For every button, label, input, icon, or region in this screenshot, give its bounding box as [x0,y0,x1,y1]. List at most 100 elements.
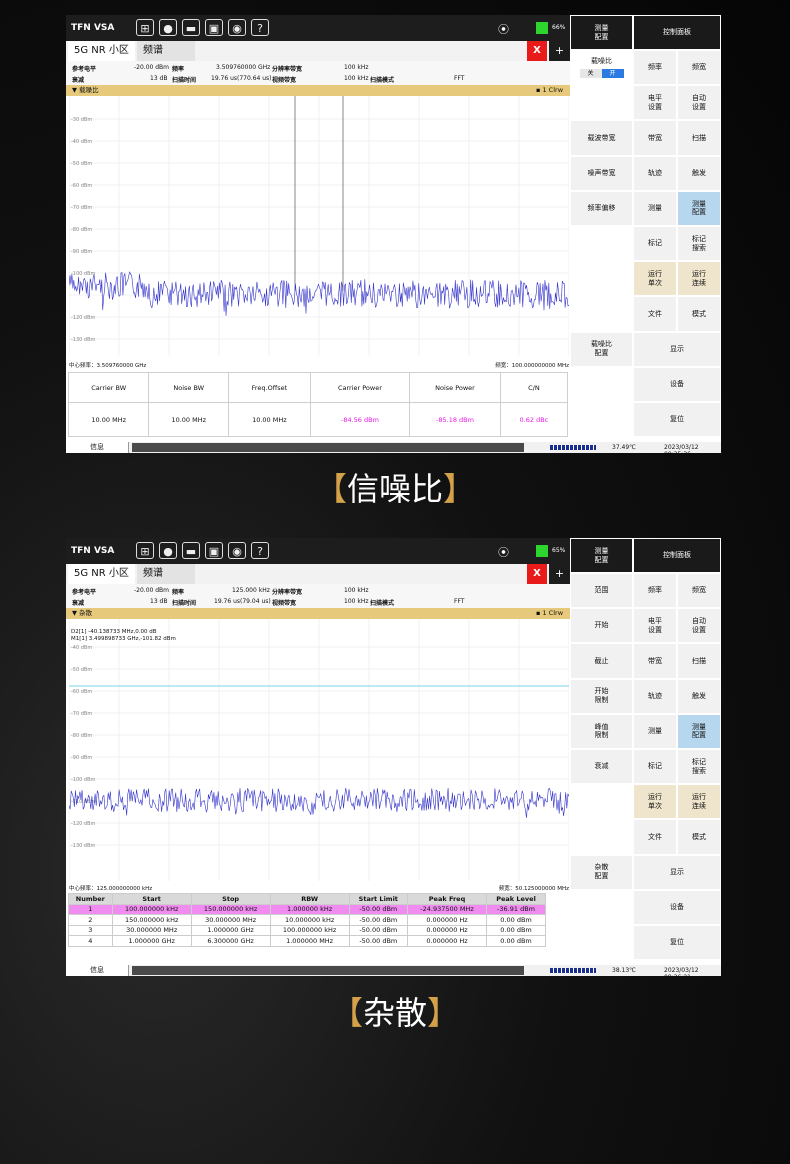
spectrum-plot[interactable]: -30 dBm -40 dBm -50 dBm -60 dBm -70 dBm -80 d… [69,96,569,373]
sidebar-left-8[interactable]: 载噪比 配置 [570,331,633,367]
meas-config-header[interactable]: 测量 配置 [570,15,633,50]
control-button-0-1[interactable]: 频宽 [677,573,721,609]
table-row[interactable]: 4 1.000000 GHz 6.300000 GHz 1.000000 MHz -50… [68,935,546,947]
help-icon[interactable]: ? [251,19,269,36]
sidebar-left-4[interactable]: 频率偏移 [570,190,633,226]
info-button[interactable]: 信息 [66,442,129,453]
value-carrier-power: -84.56 dBm [309,402,411,437]
windows-icon[interactable]: ⊞ [136,542,154,559]
control-button-7-0[interactable]: 文件 [633,296,677,332]
control-panel-header[interactable]: 控制面板 [633,15,721,50]
spur-header-6: Peak Level [486,893,546,905]
control-button-6-0[interactable]: 运行 单次 [633,784,677,820]
tab-mode[interactable]: 5G NR 小区 [68,564,135,584]
y-tick-label: -80 dBm [71,733,92,739]
value-noise-power: -85.18 dBm [409,402,501,437]
control-button-0-0[interactable]: 频率 [633,573,677,609]
control-button-5-1[interactable]: 标记 搜索 [677,749,721,785]
control-button-1-0[interactable]: 电平 设置 [633,85,677,121]
control-button-5-0[interactable]: 标记 [633,749,677,785]
lightbulb-icon[interactable]: ● [159,19,177,36]
control-button-2-1[interactable]: 扫描 [677,120,721,156]
sidebar-left-3[interactable]: 开始 限制 [570,678,633,714]
control-button-3-0[interactable]: 轨迹 [633,155,677,191]
sidebar-item-cn[interactable]: 载噪比 关 开 [570,50,633,85]
control-button-6-1[interactable]: 运行 连续 [677,784,721,820]
y-tick-label: -90 dBm [71,755,92,761]
lightbulb-icon[interactable]: ● [159,542,177,559]
close-button[interactable]: X [527,564,547,584]
sidebar-left-2[interactable]: 截止 [570,643,633,679]
control-button-1-1[interactable]: 自动 设置 [677,608,721,644]
help-icon[interactable]: ? [251,542,269,559]
meas-config-header[interactable]: 测量 配置 [570,538,633,573]
control-button-0-1[interactable]: 频宽 [677,50,721,86]
control-button-full-1[interactable]: 设备 [633,366,721,402]
control-button-full-2[interactable]: 复位 [633,402,721,438]
control-button-2-1[interactable]: 扫描 [677,643,721,679]
control-button-4-1[interactable]: 测量 配置 [677,713,721,749]
control-button-full-0[interactable]: 显示 [633,331,721,367]
camera-icon[interactable]: ◉ [228,542,246,559]
on-off-toggle[interactable]: 关 开 [579,69,624,79]
toggle-on[interactable]: 开 [601,69,624,79]
folder-icon[interactable]: ▬ [182,19,200,36]
level-indicator [550,445,596,450]
marker-delta-readout: D2[1] -40.138733 MHz,0.00 dB [71,629,157,635]
cn-results-table: Carrier BW Noise BW Freq.Offset Carrier Pow… [67,372,569,437]
close-button[interactable]: X [527,41,547,61]
sidebar-left-1[interactable]: 开始 [570,608,633,644]
camera-icon[interactable]: ◉ [228,19,246,36]
control-button-7-1[interactable]: 模式 [677,296,721,332]
sidebar-left-8[interactable]: 杂散 配置 [570,854,633,890]
app-title: TFN VSA [71,546,115,556]
table-row[interactable]: 1 100.000000 kHz 150.000000 kHz 1.000000 kH… [68,903,546,915]
control-button-5-1[interactable]: 标记 搜索 [677,226,721,262]
folder-icon[interactable]: ▬ [182,542,200,559]
control-button-5-0[interactable]: 标记 [633,226,677,262]
add-button[interactable]: + [549,41,570,61]
control-button-full-1[interactable]: 设备 [633,889,721,925]
tab-spectrum[interactable]: 频谱 [137,41,195,61]
control-button-3-0[interactable]: 轨迹 [633,678,677,714]
sidebar-left-4[interactable]: 峰值 限制 [570,713,633,749]
control-button-3-1[interactable]: 触发 [677,678,721,714]
control-button-4-0[interactable]: 测量 [633,713,677,749]
gps-icon: ⦿ [498,23,509,36]
control-button-2-0[interactable]: 带宽 [633,643,677,679]
control-button-4-0[interactable]: 测量 [633,190,677,226]
control-button-1-0[interactable]: 电平 设置 [633,608,677,644]
tab-mode[interactable]: 5G NR 小区 [68,41,135,61]
control-button-4-1[interactable]: 测量 配置 [677,190,721,226]
save-icon[interactable]: ▣ [205,542,223,559]
table-cell: 3 [68,924,113,936]
control-button-6-1[interactable]: 运行 连续 [677,261,721,297]
tab-spectrum[interactable]: 频谱 [137,564,195,584]
sidebar-left-3[interactable]: 噪声带宽 [570,155,633,191]
sweep-mode-label: 扫描模式 [370,77,395,84]
control-button-6-0[interactable]: 运行 单次 [633,261,677,297]
windows-icon[interactable]: ⊞ [136,19,154,36]
info-button[interactable]: 信息 [66,965,129,976]
control-panel-header[interactable]: 控制面板 [633,538,721,573]
control-button-full-0[interactable]: 显示 [633,854,721,890]
table-row[interactable]: 2 150.000000 kHz 30.000000 MHz 10.000000 kH… [68,914,546,926]
table-row[interactable]: 3 30.000000 MHz 1.000000 GHz 100.000000 kHz… [68,924,546,936]
sidebar-left-0[interactable]: 范围 [570,573,633,609]
sidebar-left-5[interactable]: 衰减 [570,749,633,785]
control-button-1-1[interactable]: 自动 设置 [677,85,721,121]
sidebar-left-2[interactable]: 载波带宽 [570,120,633,156]
save-icon[interactable]: ▣ [205,19,223,36]
table-cell: -24.937500 MHz [406,903,488,915]
spectrum-plot[interactable]: -40 dBm -50 dBm -60 dBm -70 dBm -80 dBm -90 d… [69,619,569,893]
control-button-3-1[interactable]: 触发 [677,155,721,191]
control-button-0-0[interactable]: 频率 [633,50,677,86]
control-button-7-1[interactable]: 模式 [677,819,721,855]
add-button[interactable]: + [549,564,570,584]
control-button-full-2[interactable]: 复位 [633,925,721,961]
toggle-off[interactable]: 关 [579,69,602,79]
control-button-7-0[interactable]: 文件 [633,819,677,855]
table-cell: 30.000000 MHz [111,924,192,936]
tab-row: 5G NR 小区 频谱 X + [66,41,570,62]
control-button-2-0[interactable]: 带宽 [633,120,677,156]
